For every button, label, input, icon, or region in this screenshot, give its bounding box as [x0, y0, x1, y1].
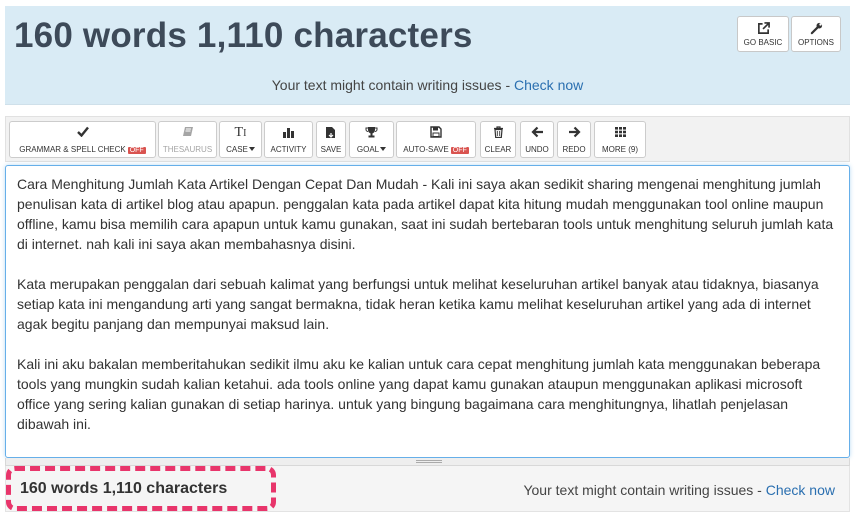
word-count-title: 160 words 1,110 characters: [14, 16, 473, 55]
external-link-icon: [738, 17, 788, 35]
goal-dropdown-button[interactable]: GOAL: [349, 121, 394, 158]
redo-button[interactable]: REDO: [557, 121, 591, 158]
editor-resize-handle[interactable]: [5, 458, 850, 466]
clear-label: CLEAR: [484, 145, 512, 154]
options-label: OPTIONS: [797, 38, 834, 47]
case-label: CASE: [226, 145, 248, 154]
trash-icon: [481, 122, 515, 142]
editor-paragraph-2: Kata merupakan penggalan dari sebuah kal…: [17, 274, 838, 334]
highlight-annotation: [6, 466, 276, 511]
check-icon: [10, 122, 155, 142]
go-basic-button[interactable]: GO BASIC: [737, 16, 789, 52]
footer-check-now-link[interactable]: Check now: [766, 482, 835, 498]
activity-button[interactable]: ACTIVITY: [264, 121, 313, 158]
arrow-right-icon: [558, 122, 590, 142]
goal-label: GOAL: [356, 145, 380, 154]
grammar-label: GRAMMAR & SPELL CHECK: [19, 145, 126, 154]
clear-button[interactable]: CLEAR: [480, 121, 516, 158]
save-button[interactable]: SAVE: [316, 121, 346, 158]
floppy-disk-icon: [397, 122, 475, 142]
trophy-icon: [350, 122, 393, 142]
text-case-icon: TI: [234, 125, 247, 140]
paragraph-2-text: Kata merupakan penggalan dari sebuah kal…: [17, 276, 819, 332]
editor-paragraph-1: Cara Menghitung Jumlah Kata Artikel Deng…: [17, 174, 838, 254]
grip-icon: [416, 460, 442, 463]
paragraph-1-text: Cara Menghitung Jumlah Kata Artikel Deng…: [17, 176, 834, 252]
undo-button[interactable]: UNDO: [520, 121, 554, 158]
check-now-link[interactable]: Check now: [514, 77, 583, 93]
footer-issues-text: Your text might contain writing issues -: [523, 482, 766, 498]
auto-save-off-badge: OFF: [450, 147, 469, 154]
thesaurus-button[interactable]: THESAURUS: [158, 121, 217, 158]
issues-notice: Your text might contain writing issues -…: [5, 77, 850, 93]
activity-label: ACTIVITY: [270, 145, 307, 154]
save-file-icon: [317, 122, 345, 142]
wrench-icon: [792, 17, 840, 35]
more-button[interactable]: MORE (9): [594, 121, 646, 158]
footer-issues-notice: Your text might contain writing issues -…: [523, 482, 835, 498]
bar-chart-icon: [265, 122, 312, 142]
grammar-off-badge: OFF: [127, 147, 146, 154]
paragraph-3-text: Kali ini aku bakalan memberitahukan sedi…: [17, 356, 821, 432]
stats-header: 160 words 1,110 characters GO BASIC OPTI…: [5, 6, 850, 105]
editor-toolbar: GRAMMAR & SPELL CHECK OFF THESAURUS TI CA…: [5, 116, 850, 162]
case-dropdown-button[interactable]: TI CASE: [219, 121, 262, 158]
auto-save-label: AUTO-SAVE: [403, 145, 449, 154]
redo-label: REDO: [562, 145, 586, 154]
save-label: SAVE: [320, 145, 342, 154]
more-label: MORE (9): [602, 145, 638, 154]
editor-paragraph-3: Kali ini aku bakalan memberitahukan sedi…: [17, 354, 838, 434]
arrow-left-icon: [521, 122, 553, 142]
auto-save-button[interactable]: AUTO-SAVE OFF: [396, 121, 476, 158]
undo-label: UNDO: [525, 145, 549, 154]
thesaurus-label: THESAURUS: [162, 145, 213, 154]
text-editor[interactable]: Cara Menghitung Jumlah Kata Artikel Deng…: [5, 165, 850, 458]
caret-down-icon: [380, 147, 387, 151]
issues-text: Your text might contain writing issues -: [271, 77, 514, 93]
go-basic-label: GO BASIC: [743, 38, 783, 47]
grammar-spell-check-button[interactable]: GRAMMAR & SPELL CHECK OFF: [9, 121, 156, 158]
caret-down-icon: [248, 147, 255, 151]
options-button[interactable]: OPTIONS: [791, 16, 841, 52]
grid-icon: [595, 122, 645, 142]
book-icon: [159, 122, 216, 142]
